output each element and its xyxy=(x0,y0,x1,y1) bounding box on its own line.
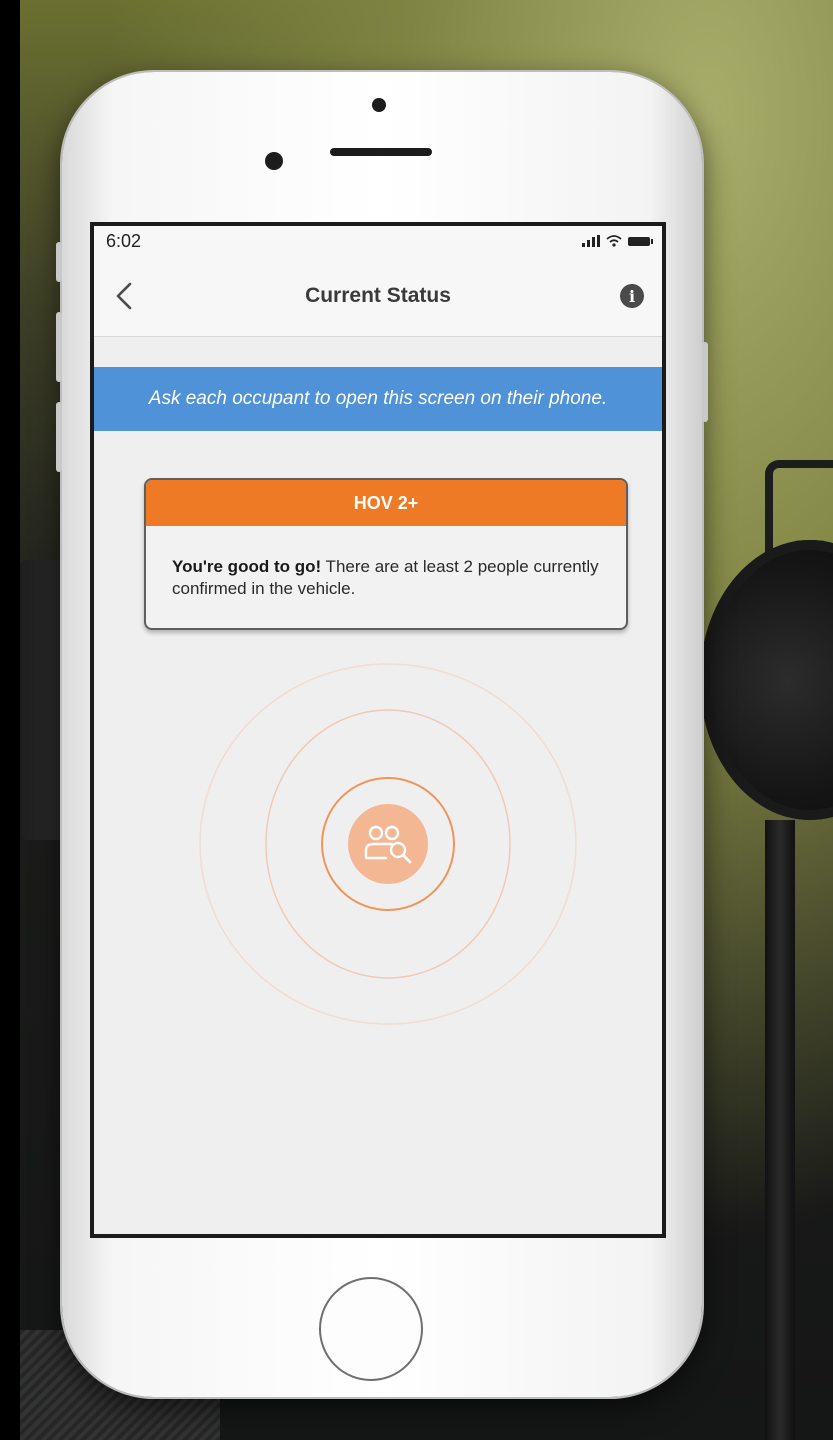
instruction-text: Ask each occupant to open this screen on… xyxy=(148,388,608,409)
photo-scene: 6:02 Current Status i Ask each occupant … xyxy=(0,0,833,1440)
instruction-banner: Ask each occupant to open this screen on… xyxy=(94,367,662,431)
navigation-bar: Current Status i xyxy=(94,256,662,337)
info-icon: i xyxy=(619,284,644,308)
status-message-bold: You're good to go! xyxy=(172,557,322,576)
volume-down-button xyxy=(56,402,62,472)
volume-up-button xyxy=(56,312,62,382)
status-message: You're good to go! There are at least 2 … xyxy=(146,526,626,628)
home-button[interactable] xyxy=(319,1277,423,1381)
phone-mount-rail xyxy=(765,820,795,1440)
status-bar: 6:02 xyxy=(94,226,662,256)
power-button xyxy=(702,342,708,422)
chevron-left-icon xyxy=(116,282,132,310)
status-icons xyxy=(582,235,653,247)
page-title: Current Status xyxy=(305,284,451,307)
hov-badge: HOV 2+ xyxy=(146,480,626,526)
earpiece-speaker xyxy=(330,148,432,156)
signal-icon xyxy=(582,235,600,247)
front-camera xyxy=(265,152,283,170)
battery-icon xyxy=(628,236,653,246)
black-border xyxy=(0,0,20,1440)
phone-device: 6:02 Current Status i Ask each occupant … xyxy=(56,72,708,1397)
status-time: 6:02 xyxy=(106,230,142,251)
mute-switch xyxy=(56,242,62,282)
info-button[interactable]: i xyxy=(616,280,648,312)
back-button[interactable] xyxy=(108,280,140,312)
phone-mount-knob xyxy=(700,540,833,820)
occupant-scan-button[interactable] xyxy=(348,804,428,884)
wifi-icon xyxy=(606,235,622,247)
occupant-search-icon xyxy=(364,825,412,864)
proximity-sensor xyxy=(372,98,386,112)
app-screen: 6:02 Current Status i Ask each occupant … xyxy=(90,222,666,1238)
hov-status-card: HOV 2+ You're good to go! There are at l… xyxy=(144,478,628,630)
